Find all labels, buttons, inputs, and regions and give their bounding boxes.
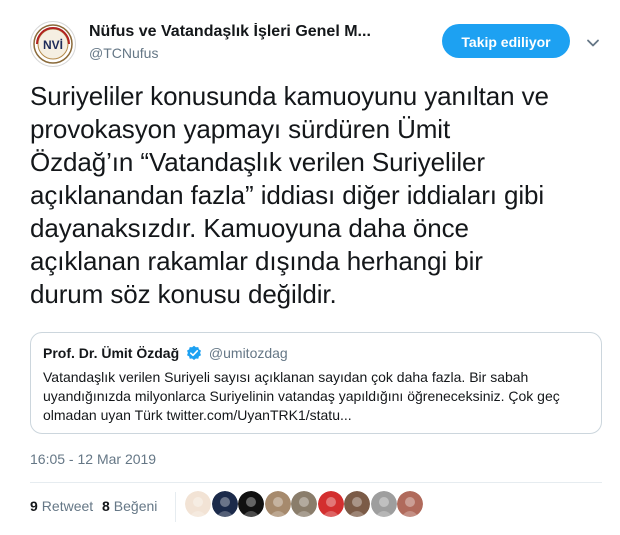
quoted-author-handle: @umitozdag bbox=[208, 345, 288, 361]
liker-avatar-1[interactable] bbox=[185, 491, 211, 517]
divider bbox=[30, 482, 602, 483]
liker-avatar-2[interactable] bbox=[211, 491, 238, 517]
account-avatar[interactable]: NVİ bbox=[30, 21, 76, 67]
retweets-label: Retweet bbox=[41, 498, 94, 514]
likes-label: Beğeni bbox=[113, 498, 158, 514]
stats-divider bbox=[175, 492, 176, 522]
tweet-text-line: durum söz konusu değildir. bbox=[30, 279, 337, 309]
account-display-name[interactable]: Nüfus ve Vatandaşlık İşleri Genel M... bbox=[89, 23, 419, 41]
likes-count: 8 bbox=[102, 498, 110, 514]
tweet-timestamp[interactable]: 16:05 - 12 Mar 2019 bbox=[30, 451, 156, 467]
tweet-text-line: Suriyeliler konusunda kamuoyunu yanıltan… bbox=[30, 81, 549, 111]
tweet-text-line: dayanaksızdır. Kamuoyuna daha önce bbox=[30, 213, 469, 243]
quoted-tweet-header: Prof. Dr. Ümit Özdağ @umitozdag bbox=[43, 345, 288, 364]
tweet-card: NVİ Nüfus ve Vatandaşlık İşleri Genel M.… bbox=[0, 0, 620, 535]
account-handle[interactable]: @TCNufus bbox=[89, 45, 158, 61]
liker-avatar-9[interactable] bbox=[397, 491, 423, 517]
liker-avatar-6[interactable] bbox=[317, 491, 344, 517]
likes-stat[interactable]: 8 Beğeni bbox=[102, 498, 157, 514]
retweets-count: 9 bbox=[30, 498, 38, 514]
svg-text:NVİ: NVİ bbox=[43, 37, 63, 52]
liker-avatar-5[interactable] bbox=[291, 491, 317, 517]
liker-avatar-8[interactable] bbox=[370, 491, 397, 517]
liker-avatar-7[interactable] bbox=[344, 491, 370, 517]
nvi-logo-icon: NVİ bbox=[32, 23, 74, 65]
tweet-text-line: provokasyon yapmayı sürdüren Ümit bbox=[30, 114, 451, 144]
following-button[interactable]: Takip ediliyor bbox=[442, 24, 570, 58]
tweet-text: Suriyeliler konusunda kamuoyunu yanıltan… bbox=[30, 80, 600, 311]
tweet-text-line: açıklanandan fazla” iddiası diğer iddial… bbox=[30, 180, 545, 210]
tweet-text-line: açıklanan rakamlar dışında herhangi bir bbox=[30, 246, 483, 276]
quoted-text-line: olmadan uyan Türk twitter.com/UyanTRK1/s… bbox=[43, 407, 352, 423]
chevron-down-icon[interactable] bbox=[586, 36, 600, 50]
quoted-tweet-text: Vatandaşlık verilen Suriyeli sayısı açık… bbox=[43, 368, 591, 425]
liker-avatar-4[interactable] bbox=[264, 491, 291, 517]
liker-avatar-3[interactable] bbox=[238, 491, 264, 517]
retweets-stat[interactable]: 9 Retweet bbox=[30, 498, 93, 514]
quoted-text-line: Vatandaşlık verilen Suriyeli sayısı açık… bbox=[43, 369, 529, 385]
tweet-text-line: Özdağ’ın “Vatandaşlık verilen Suriyelile… bbox=[30, 147, 485, 177]
quoted-tweet[interactable]: Prof. Dr. Ümit Özdağ @umitozdag Vatandaş… bbox=[30, 332, 602, 434]
verified-badge-icon bbox=[186, 345, 202, 364]
quoted-text-line: uyandığınızda milyonlarca Suriyelinin va… bbox=[43, 388, 560, 404]
quoted-author-name: Prof. Dr. Ümit Özdağ bbox=[43, 345, 180, 361]
